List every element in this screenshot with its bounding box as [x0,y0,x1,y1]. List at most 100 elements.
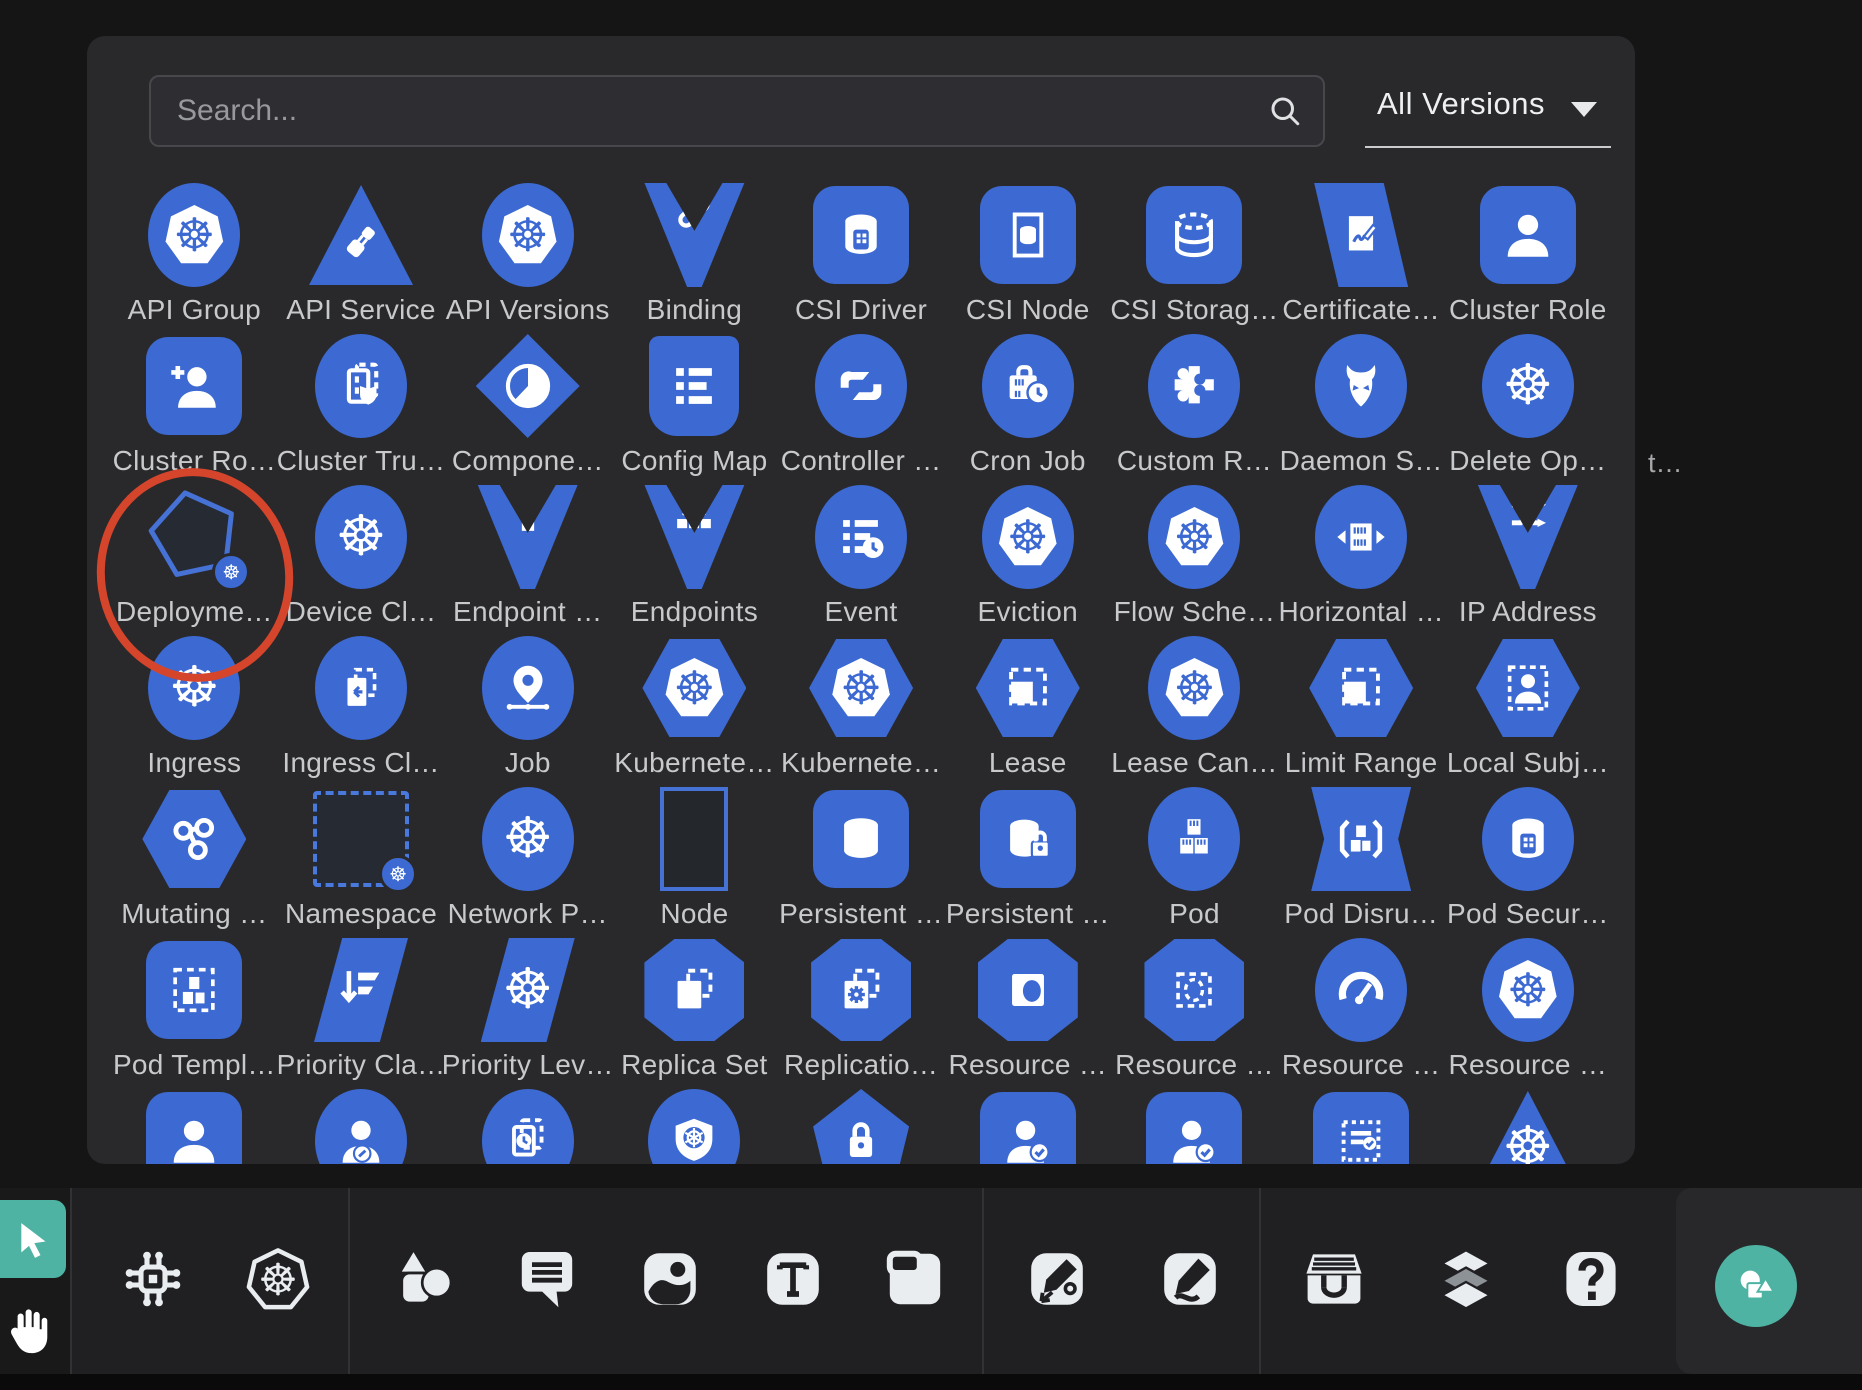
library-item-persistent[interactable]: Persistent … [944,761,1111,912]
search-input[interactable] [149,75,1325,147]
tool-archive-button[interactable] [1286,1188,1382,1374]
library-item-compone[interactable]: Compone… [444,308,611,459]
select-tool-button[interactable] [0,1200,66,1278]
library-item-cluster-tru[interactable]: Cluster Tru… [278,308,445,459]
version-filter-dropdown[interactable]: All Versions [1365,72,1611,148]
shape-library-button[interactable] [1715,1245,1797,1327]
library-item-deployme[interactable]: ☸Deployme… [111,459,278,610]
library-item-lease[interactable]: Lease [944,610,1111,761]
tool-note-button[interactable] [867,1188,963,1374]
library-item-priority-cla[interactable]: Priority Cla… [278,912,445,1063]
ellipse-shape [1315,485,1407,589]
library-item-pod-disru[interactable]: Pod Disru… [1278,761,1445,912]
cylLock-icon [999,810,1057,868]
library-item-mutating[interactable]: Mutating … [111,761,278,912]
library-item-flow-sche[interactable]: ☸Flow Sche… [1111,459,1278,610]
library-item-custom-r[interactable]: Custom R… [1111,308,1278,459]
library-item-endpoint[interactable]: Endpoint … [444,459,611,610]
library-item-partial-9[interactable]: ☸ [1445,1063,1612,1164]
library-item-node[interactable]: Node [611,761,778,912]
library-item-limit-range[interactable]: Limit Range [1278,610,1445,761]
containers-icon [1165,810,1223,868]
library-item-ip-address[interactable]: IP Address [1445,459,1612,610]
tool-shapes-button[interactable] [376,1188,472,1374]
library-item-pod-secur[interactable]: Pod Secur… [1445,761,1612,912]
tool-image-button[interactable] [622,1188,718,1374]
library-item-namespace[interactable]: ☸Namespace [278,761,445,912]
library-item-local-subj[interactable]: Local Subj… [1445,610,1612,761]
library-item-job[interactable]: Job [444,610,611,761]
tool-kubernetes-library-button[interactable]: ☸ [230,1188,326,1374]
library-item-ingress-cl[interactable]: Ingress Cl… [278,610,445,761]
library-item-partial-8[interactable] [1278,1063,1445,1164]
library-item-pod-templ[interactable]: Pod Templ… [111,912,278,1063]
demon-icon [1332,357,1390,415]
library-item-csi-storag[interactable]: CSI Storag… [1111,157,1278,308]
library-item-partial-5[interactable] [778,1063,945,1164]
octagon-shape [1144,939,1244,1041]
library-item-api-versions[interactable]: ☸API Versions [444,157,611,308]
library-item-partial-1[interactable] [111,1063,278,1164]
library-item-partial-4[interactable] [611,1063,778,1164]
search-bar [149,75,1325,147]
ellipse-shape: ☸ [1482,938,1574,1042]
library-item-partial-3[interactable] [444,1063,611,1164]
refresh-icon [832,357,890,415]
library-item-resource[interactable]: ☸Resource … [1445,912,1612,1063]
library-item-config-map[interactable]: Config Map [611,308,778,459]
library-item-binding[interactable]: Binding [611,157,778,308]
library-item-replica-set[interactable]: Replica Set [611,912,778,1063]
library-item-delete-op[interactable]: ☸Delete Op… [1445,308,1612,459]
library-item-resource[interactable]: Resource … [1111,912,1278,1063]
library-item-pod[interactable]: Pod [1111,761,1278,912]
library-item-priority-lev[interactable]: ☸Priority Lev… [444,912,611,1063]
library-item-csi-node[interactable]: CSI Node [944,157,1111,308]
hand-tool-button[interactable] [2,1296,54,1366]
hexagon-shape [1309,639,1413,737]
library-item-resource[interactable]: Resource … [944,912,1111,1063]
tool-comment-button[interactable] [499,1188,595,1374]
library-item-endpoints[interactable]: Endpoints [611,459,778,610]
ellipse-shape [315,334,407,438]
tool-layers-button[interactable] [1418,1188,1514,1374]
library-item-replicatio[interactable]: Replicatio… [778,912,945,1063]
ellipse-shape [815,334,907,438]
library-item-kubernete[interactable]: ☸Kubernete… [778,610,945,761]
library-item-partial-7[interactable] [1111,1063,1278,1164]
library-item-partial-2[interactable] [278,1063,445,1164]
library-item-network-p[interactable]: ☸Network P… [444,761,611,912]
wheelS-icon: ☸ [498,205,558,265]
library-item-device-cl[interactable]: ☸Device Cl… [278,459,445,610]
tool-draw-button[interactable] [1142,1188,1238,1374]
library-item-horizontal[interactable]: Horizontal … [1278,459,1445,610]
tool-pen-button[interactable] [1009,1188,1105,1374]
library-item-persistent[interactable]: Persistent … [778,761,945,912]
library-item-event[interactable]: Event [778,459,945,610]
library-item-cluster-role[interactable]: Cluster Role [1445,157,1612,308]
ellipse-shape [815,485,907,589]
library-item-eviction[interactable]: ☸Eviction [944,459,1111,610]
library-item-resource[interactable]: Resource … [1278,912,1445,1063]
tool-text-button[interactable] [745,1188,841,1374]
personCheck-icon [999,1112,1057,1164]
library-item-cluster-ro[interactable]: Cluster Ro… [111,308,278,459]
library-item-cron-job[interactable]: Cron Job [944,308,1111,459]
roundsq-shape [146,337,242,435]
tool-graph-view-button[interactable] [105,1188,201,1374]
person-icon [1499,206,1557,264]
library-item-partial-6[interactable] [944,1063,1111,1164]
pin-icon [499,659,557,717]
library-item-api-service[interactable]: API Service [278,157,445,308]
library-item-csi-driver[interactable]: CSI Driver [778,157,945,308]
library-item-api-group[interactable]: ☸API Group [111,157,278,308]
library-item-lease-can[interactable]: ☸Lease Can… [1111,610,1278,761]
library-item-certificate[interactable]: Certificate… [1278,157,1445,308]
tool-help-button[interactable] [1543,1188,1639,1374]
library-item-daemon-s[interactable]: Daemon S… [1278,308,1445,459]
wheelL-icon: ☸ [503,811,553,867]
library-item-ingress[interactable]: ☸Ingress [111,610,278,761]
clockHalf-icon [499,357,557,415]
ellipse-shape [1315,938,1407,1042]
library-item-kubernete[interactable]: ☸Kubernete… [611,610,778,761]
library-item-controller[interactable]: Controller … [778,308,945,459]
